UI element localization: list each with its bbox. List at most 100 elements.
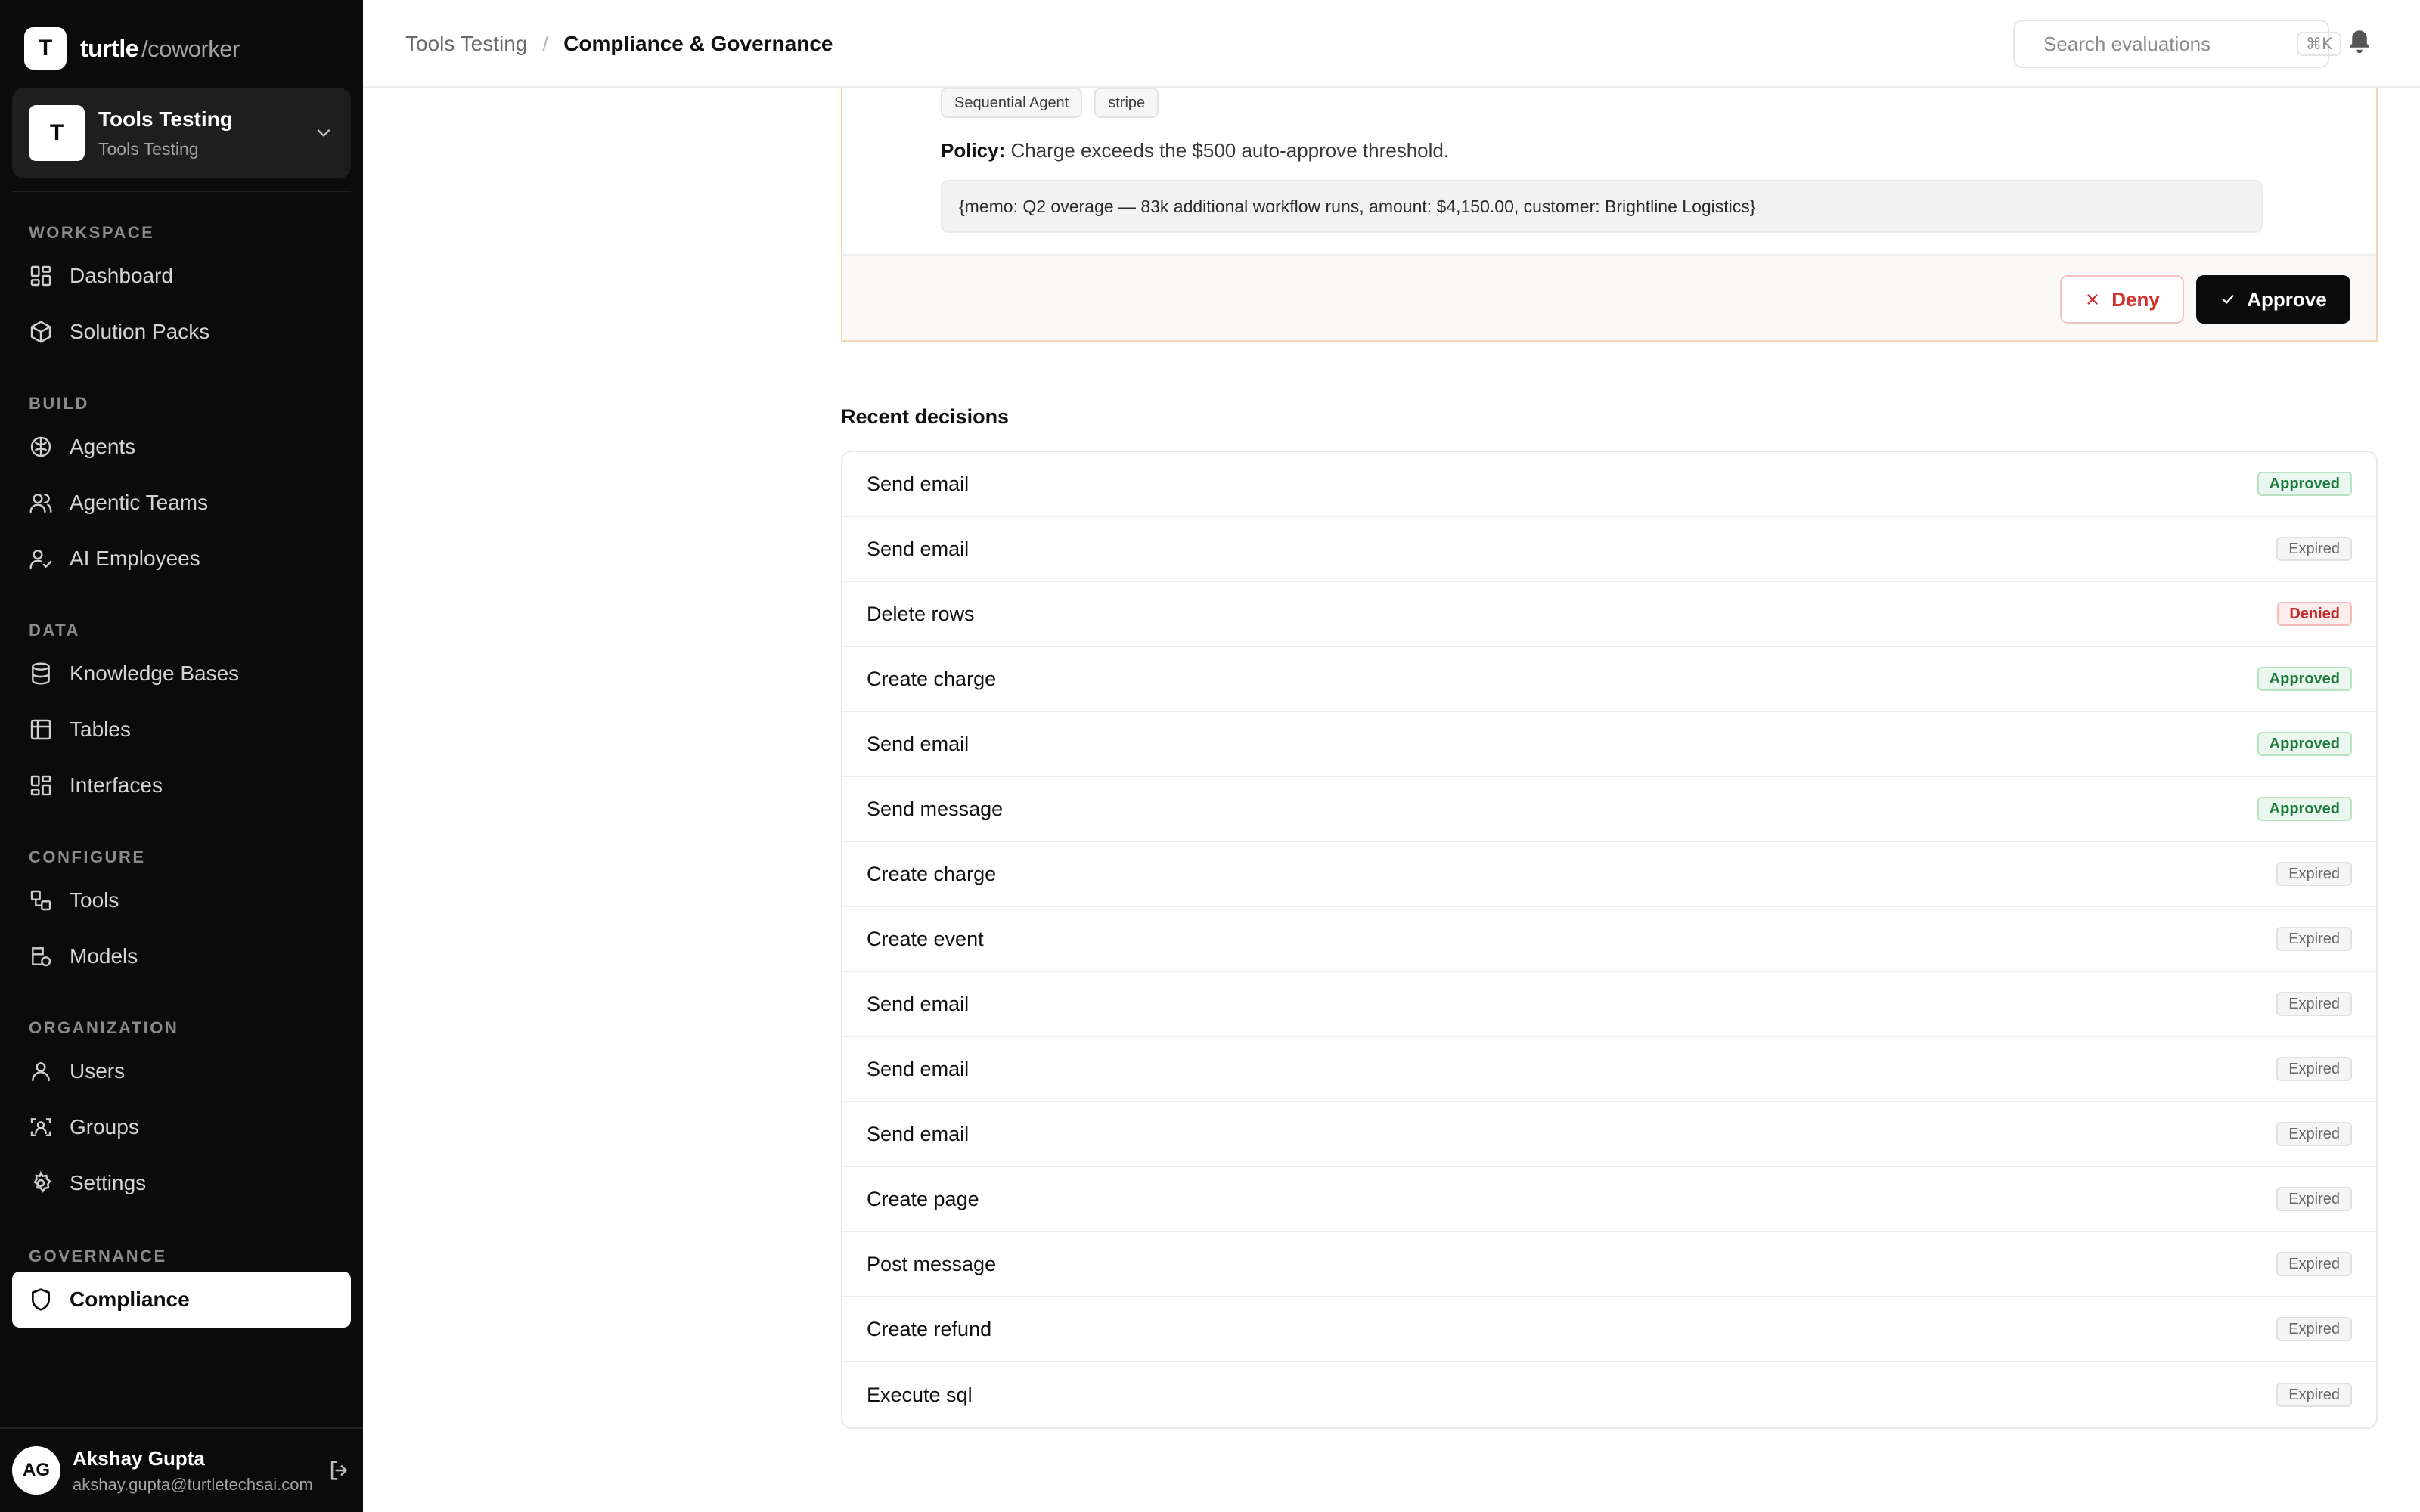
nav-section-build: BUILD Agents Agentic Teams AI Employees <box>0 389 363 587</box>
layout-grid-icon <box>30 775 51 796</box>
decision-name: Send email <box>867 992 970 1015</box>
bell-icon[interactable] <box>2346 29 2373 56</box>
list-item[interactable]: Create refund Expired <box>842 1297 2376 1362</box>
status-badge: Expired <box>2276 1317 2352 1341</box>
nav-section-organization: ORGANIZATION Users Groups Settings <box>0 1013 363 1211</box>
recent-decisions-title: Recent decisions <box>841 405 1010 428</box>
sidebar-item-tables[interactable]: Tables <box>12 702 351 758</box>
users-icon <box>29 494 52 513</box>
card-actions: Deny Approve <box>842 254 2376 340</box>
status-badge: Approved <box>2257 797 2352 821</box>
package-icon <box>30 321 51 343</box>
avatar[interactable]: AG <box>12 1446 60 1495</box>
user-email: akshay.gupta@turtletechsai.com <box>73 1474 313 1494</box>
list-item[interactable]: Create page Expired <box>842 1167 2376 1232</box>
sidebar-item-ai-employees[interactable]: AI Employees <box>12 531 351 587</box>
sidebar-item-solution-packs[interactable]: Solution Packs <box>12 304 351 360</box>
sidebar-item-groups[interactable]: Groups <box>12 1099 351 1155</box>
decision-name: Create page <box>867 1187 979 1210</box>
decision-name: Execute sql <box>867 1383 973 1406</box>
user-icon <box>32 1062 50 1082</box>
brand-logo: T <box>24 27 67 70</box>
list-item[interactable]: Send email Approved <box>842 452 2376 517</box>
list-item[interactable]: Create charge Expired <box>842 842 2376 907</box>
sidebar-item-tools[interactable]: Tools <box>12 872 351 928</box>
brand[interactable]: T turtle/coworker <box>24 27 240 70</box>
search-shortcut: ⌘K <box>2297 32 2341 56</box>
decision-name: Create charge <box>867 862 997 885</box>
status-badge: Expired <box>2276 537 2352 561</box>
list-item[interactable]: Post message Expired <box>842 1232 2376 1297</box>
sidebar-item-compliance[interactable]: Compliance <box>12 1272 351 1328</box>
list-item[interactable]: Send email Expired <box>842 1102 2376 1167</box>
nav-heading-data: DATA <box>29 621 80 640</box>
nav-heading-governance: GOVERNANCE <box>29 1247 167 1266</box>
deny-button[interactable]: Deny <box>2060 275 2184 324</box>
list-item[interactable]: Send message Approved <box>842 777 2376 842</box>
decision-name: Send email <box>867 472 970 495</box>
sidebar-item-label: Settings <box>70 1171 147 1194</box>
search-input[interactable] <box>2043 32 2297 56</box>
list-item[interactable]: Send email Expired <box>842 1037 2376 1102</box>
decision-name: Delete rows <box>867 602 975 625</box>
sidebar-item-label: Dashboard <box>70 264 173 287</box>
decision-name: Create charge <box>867 667 997 690</box>
sidebar-item-label: Models <box>70 944 138 968</box>
status-badge: Expired <box>2276 1252 2352 1276</box>
sidebar-divider <box>12 191 351 192</box>
tag: stripe <box>1094 88 1159 118</box>
search-box[interactable]: ⌘K <box>2013 20 2341 68</box>
approve-button[interactable]: Approve <box>2196 275 2350 324</box>
list-item[interactable]: Create event Expired <box>842 907 2376 972</box>
list-item[interactable]: Create charge Approved <box>842 647 2376 712</box>
sidebar-item-models[interactable]: Models <box>12 928 351 984</box>
gear-icon <box>33 1171 51 1193</box>
status-badge: Approved <box>2257 472 2352 496</box>
decision-name: Send email <box>867 732 970 755</box>
model-icon <box>32 947 51 967</box>
chevron-down-icon <box>317 129 330 137</box>
nav-heading-organization: ORGANIZATION <box>29 1018 179 1037</box>
sidebar-item-agents[interactable]: Agents <box>12 419 351 475</box>
list-item[interactable]: Delete rows Denied <box>842 582 2376 647</box>
nav-heading-build: BUILD <box>29 394 89 413</box>
recent-decisions-list: Send email Approved Send email Expired Delet… <box>841 451 2378 1429</box>
decision-name: Send email <box>867 537 970 560</box>
nav-heading-configure: CONFIGURE <box>29 847 146 866</box>
sidebar-item-settings[interactable]: Settings <box>12 1155 351 1211</box>
status-badge: Expired <box>2276 927 2352 951</box>
breadcrumb-separator: / <box>542 32 549 55</box>
status-badge: Denied <box>2277 602 2352 626</box>
sidebar-item-dashboard[interactable]: Dashboard <box>12 248 351 304</box>
tool-arguments: {memo: Q2 overage — 83k additional workf… <box>941 180 2263 233</box>
user-name: Akshay Gupta <box>73 1446 205 1470</box>
topbar: Tools Testing / Compliance & Governance … <box>363 0 2420 88</box>
breadcrumb: Tools Testing / Compliance & Governance <box>405 0 833 88</box>
decision-name: Send message <box>867 797 1004 820</box>
status-badge: Expired <box>2276 1057 2352 1081</box>
logout-icon[interactable] <box>327 1458 352 1483</box>
status-badge: Expired <box>2276 1383 2352 1407</box>
breadcrumb-parent[interactable]: Tools Testing <box>405 32 527 56</box>
sidebar-item-agentic-teams[interactable]: Agentic Teams <box>12 475 351 531</box>
list-item[interactable]: Send email Approved <box>842 712 2376 777</box>
list-item[interactable]: Send email Expired <box>842 972 2376 1037</box>
user-profile: AG Akshay Gupta akshay.gupta@turtletechs… <box>0 1427 363 1512</box>
sidebar-item-label: Compliance <box>70 1287 190 1311</box>
policy-description: Charge exceeds the $500 auto-approve thr… <box>1010 139 1450 162</box>
nav-section-workspace: WORKSPACE Dashboard Solution Packs <box>0 218 363 360</box>
groups-icon <box>30 1118 51 1136</box>
sidebar-item-knowledge-bases[interactable]: Knowledge Bases <box>12 646 351 702</box>
workspace-switcher[interactable]: T Tools Testing Tools Testing <box>12 88 351 178</box>
sidebar-item-interfaces[interactable]: Interfaces <box>12 758 351 813</box>
list-item[interactable]: Execute sql Expired <box>842 1362 2376 1427</box>
nav-heading-workspace: WORKSPACE <box>29 223 155 242</box>
list-item[interactable]: Send email Expired <box>842 517 2376 582</box>
status-badge: Expired <box>2276 992 2352 1016</box>
sidebar-item-label: Users <box>70 1059 126 1083</box>
decision-name: Create event <box>867 927 984 950</box>
nav-section-governance: GOVERNANCE Compliance <box>0 1241 363 1328</box>
status-badge: Expired <box>2276 1122 2352 1146</box>
sidebar-item-users[interactable]: Users <box>12 1043 351 1099</box>
approve-label: Approve <box>2247 287 2327 311</box>
